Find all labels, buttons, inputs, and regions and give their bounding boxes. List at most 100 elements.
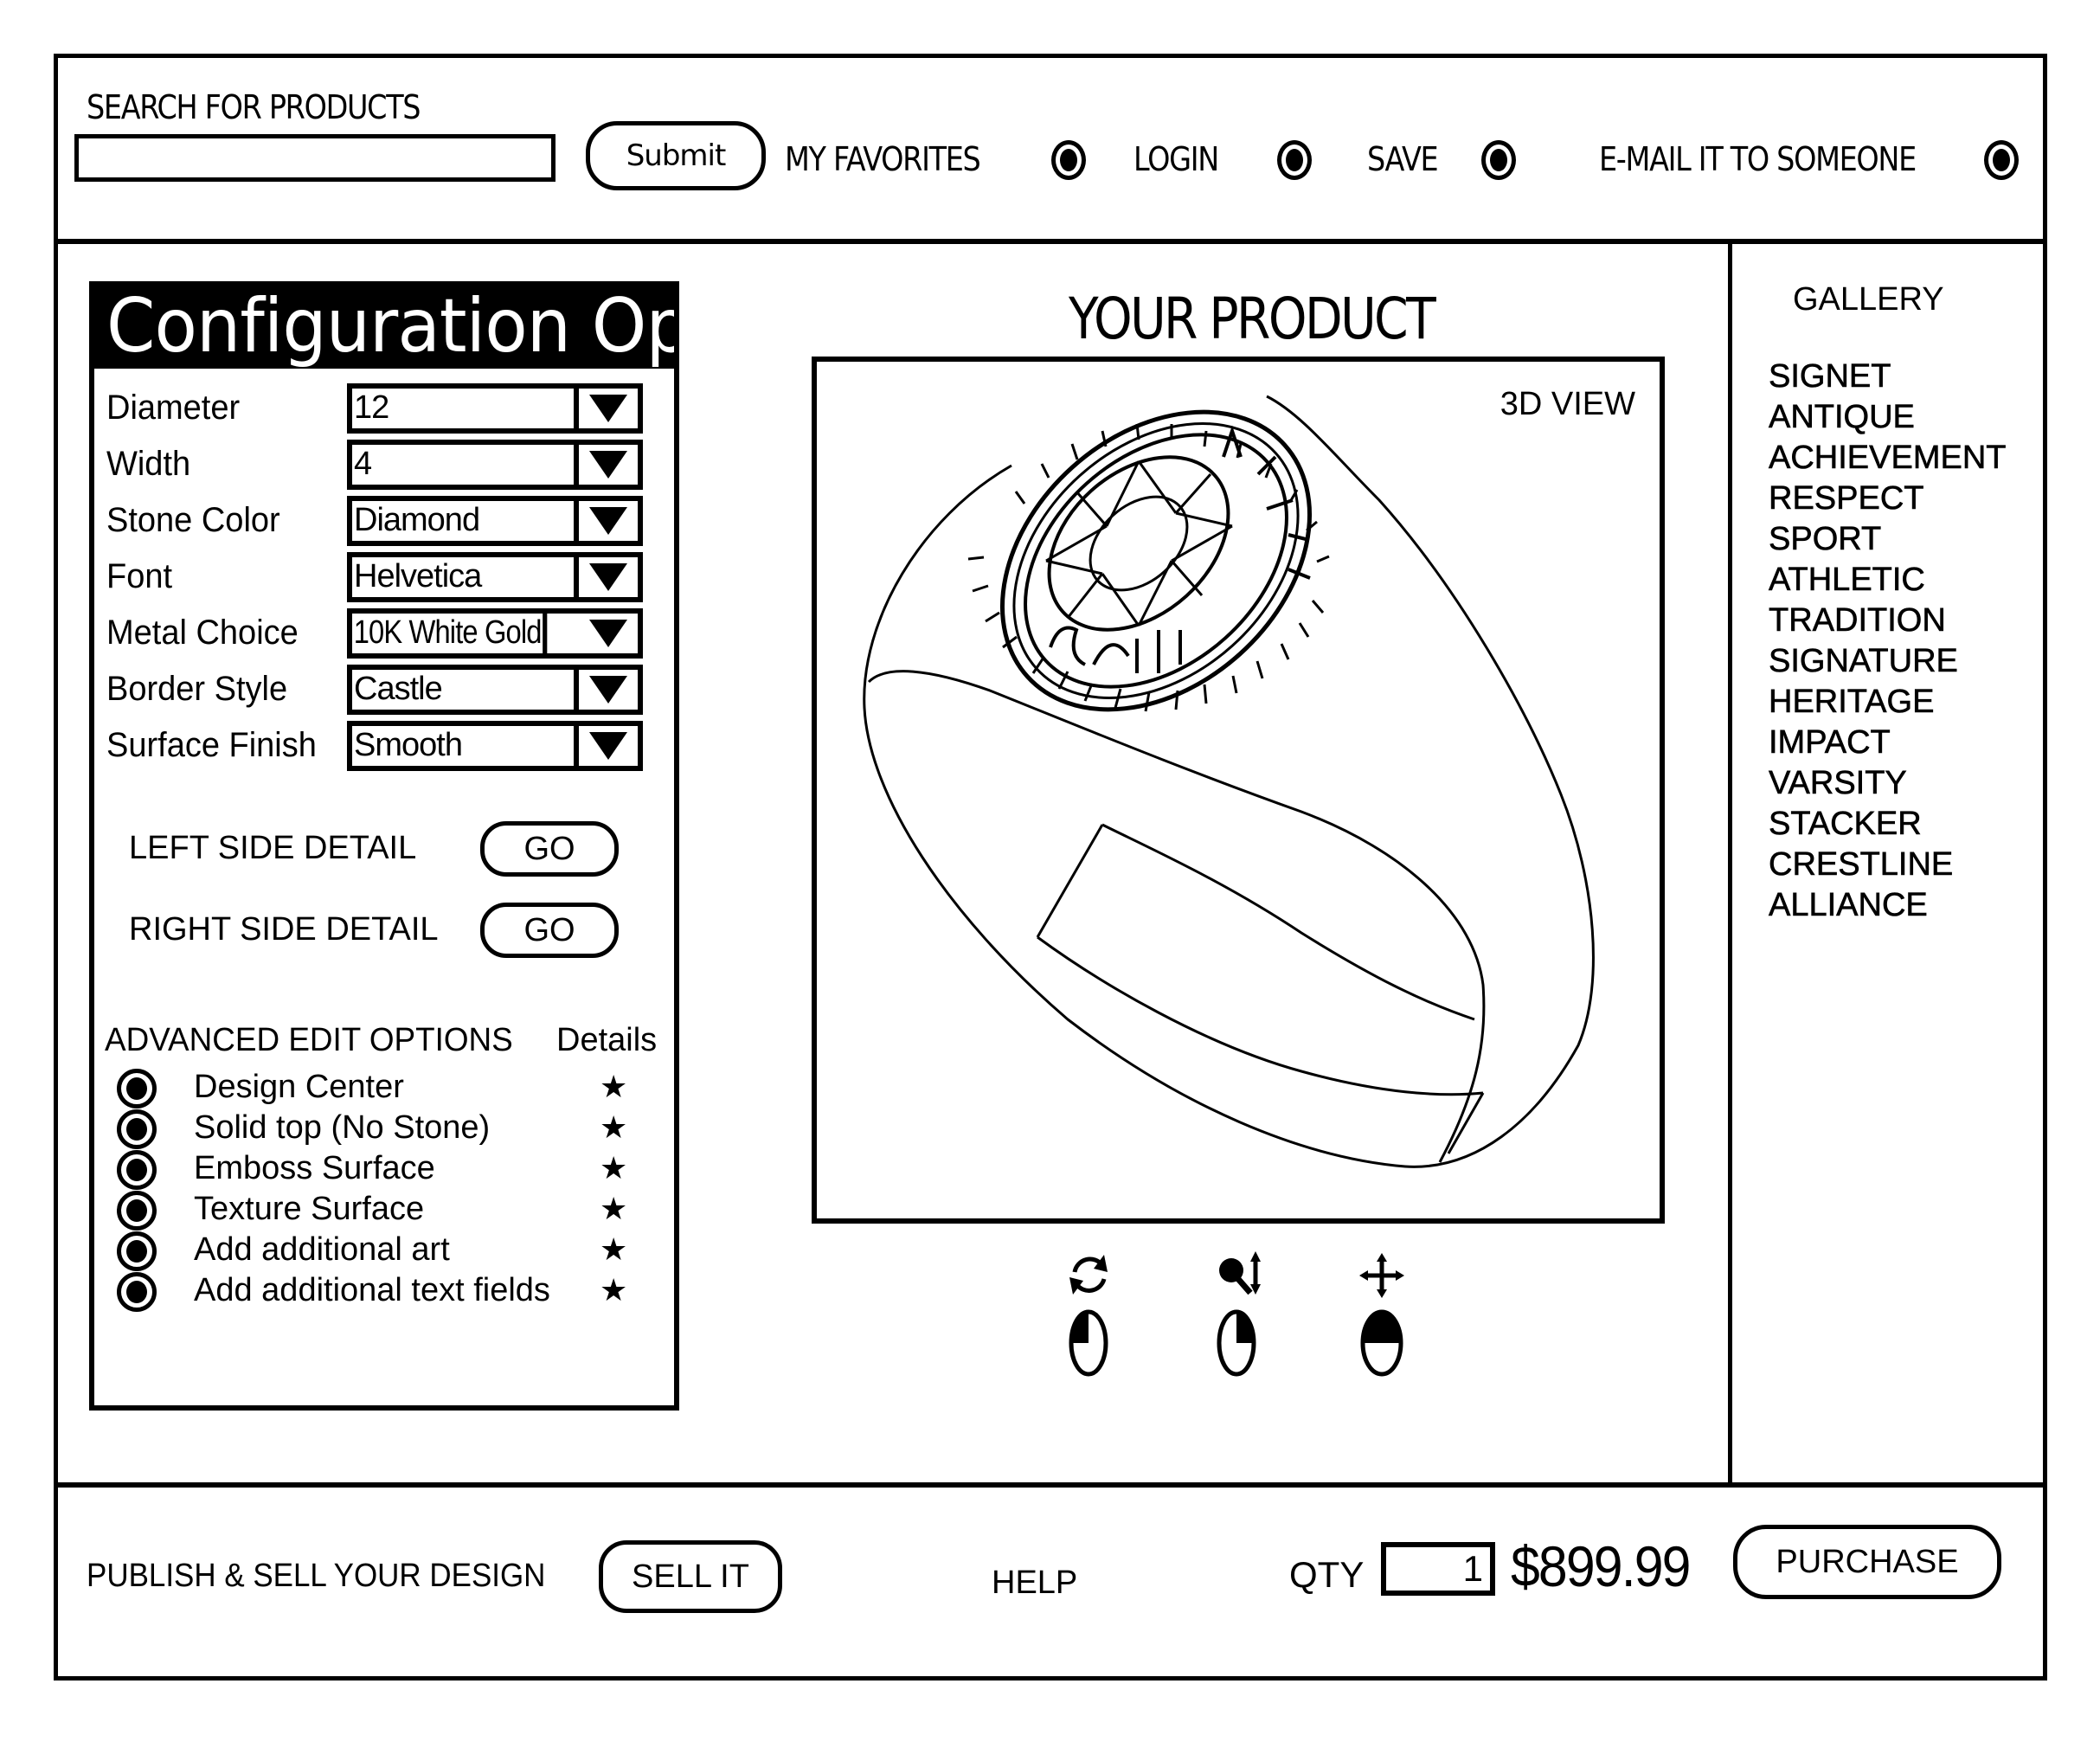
quantity-input[interactable] <box>1381 1542 1495 1596</box>
metal-choice-value: 10K White Gold <box>352 614 548 653</box>
chevron-down-icon[interactable] <box>579 670 638 710</box>
gallery-title: GALLERY <box>1793 281 1944 318</box>
zoom-icon[interactable] <box>1198 1246 1276 1385</box>
save-radio-icon[interactable] <box>1481 140 1516 180</box>
stone-color-value: Diamond <box>352 501 579 541</box>
gallery-item[interactable]: RESPECT <box>1769 479 2006 519</box>
radio-selected-icon[interactable] <box>117 1069 157 1109</box>
config-row-font: Font Helvetica <box>106 552 660 602</box>
stone-color-select[interactable]: Diamond <box>347 496 643 546</box>
gallery-item[interactable]: ATHLETIC <box>1769 560 2006 601</box>
login-radio-icon[interactable] <box>1277 140 1312 180</box>
pan-icon[interactable] <box>1344 1246 1422 1385</box>
star-icon[interactable]: ★ <box>600 1067 627 1107</box>
diameter-select[interactable]: 12 <box>347 383 643 434</box>
radio-selected-icon[interactable] <box>117 1109 157 1149</box>
zoom-control[interactable] <box>1198 1246 1276 1385</box>
advanced-option[interactable]: Emboss Surface ★ <box>117 1150 653 1190</box>
config-row-stone-color: Stone Color Diamond <box>106 496 660 546</box>
search-input[interactable] <box>74 134 556 182</box>
width-select[interactable]: 4 <box>347 440 643 490</box>
ring-model-icon[interactable] <box>817 362 1660 1218</box>
chevron-down-icon[interactable] <box>579 557 638 597</box>
gallery-item[interactable]: ANTIQUE <box>1769 397 2006 438</box>
my-favorites-radio-icon[interactable] <box>1051 140 1086 180</box>
rotate-icon[interactable] <box>1050 1246 1128 1385</box>
gallery-item[interactable]: IMPACT <box>1769 723 2006 763</box>
left-side-detail-go-button[interactable]: GO <box>480 821 619 877</box>
font-select[interactable]: Helvetica <box>347 552 643 602</box>
advanced-option-label: Design Center <box>194 1069 404 1105</box>
pan-control[interactable] <box>1344 1246 1422 1385</box>
diameter-value: 12 <box>352 389 579 428</box>
gallery-item[interactable]: TRADITION <box>1769 601 2006 641</box>
sell-it-button[interactable]: SELL IT <box>599 1540 782 1613</box>
right-side-detail-go-button[interactable]: GO <box>480 903 619 958</box>
price: $899.99 <box>1511 1534 1691 1598</box>
publish-label: PUBLISH & SELL YOUR DESIGN <box>87 1558 546 1594</box>
left-side-detail-label: LEFT SIDE DETAIL <box>129 830 417 866</box>
surface-finish-select[interactable]: Smooth <box>347 721 643 771</box>
help-link[interactable]: HELP <box>992 1565 1077 1602</box>
config-title-bar: Configuration Options <box>94 286 674 369</box>
border-style-select[interactable]: Castle <box>347 665 643 715</box>
advanced-option[interactable]: Add additional text fields ★ <box>117 1272 653 1312</box>
advanced-option[interactable]: Add additional art ★ <box>117 1231 653 1271</box>
radio-selected-icon[interactable] <box>117 1150 157 1190</box>
right-side-detail-label: RIGHT SIDE DETAIL <box>129 911 439 948</box>
go-button-label: GO <box>523 830 575 867</box>
chevron-down-icon[interactable] <box>579 501 638 541</box>
star-icon[interactable]: ★ <box>600 1230 627 1269</box>
gallery-item[interactable]: SPORT <box>1769 519 2006 560</box>
purchase-button[interactable]: PURCHASE <box>1733 1525 2001 1599</box>
save-link[interactable]: SAVE <box>1367 140 1439 178</box>
advanced-option[interactable]: Design Center ★ <box>117 1069 653 1109</box>
config-row-diameter: Diameter 12 <box>106 383 660 434</box>
metal-choice-label: Metal Choice <box>106 614 299 652</box>
rotate-control[interactable] <box>1050 1246 1128 1385</box>
chevron-down-icon[interactable] <box>579 389 638 428</box>
radio-selected-icon[interactable] <box>117 1231 157 1271</box>
width-value: 4 <box>352 445 579 485</box>
stone-color-label: Stone Color <box>106 501 280 539</box>
advanced-option-label: Add additional text fields <box>194 1272 550 1308</box>
surface-finish-value: Smooth <box>352 726 579 766</box>
font-label: Font <box>106 557 173 595</box>
my-favorites-link[interactable]: MY FAVORITES <box>785 140 981 178</box>
advanced-option[interactable]: Solid top (No Stone) ★ <box>117 1109 653 1149</box>
radio-selected-icon[interactable] <box>117 1191 157 1231</box>
chevron-down-icon[interactable] <box>579 614 638 653</box>
submit-button[interactable]: Submit <box>586 121 766 190</box>
gallery-item[interactable]: ALLIANCE <box>1769 885 2006 926</box>
metal-choice-select[interactable]: 10K White Gold <box>347 608 643 659</box>
config-row-border-style: Border Style Castle <box>106 665 660 715</box>
star-icon[interactable]: ★ <box>600 1108 627 1147</box>
star-icon[interactable]: ★ <box>600 1270 627 1310</box>
advanced-option-label: Emboss Surface <box>194 1150 435 1186</box>
star-icon[interactable]: ★ <box>600 1148 627 1188</box>
chevron-down-icon[interactable] <box>579 445 638 485</box>
gallery-item[interactable]: CRESTLINE <box>1769 845 2006 885</box>
surface-finish-label: Surface Finish <box>106 726 317 764</box>
footer-divider <box>54 1482 2047 1488</box>
gallery-item[interactable]: VARSITY <box>1769 763 2006 804</box>
email-radio-icon[interactable] <box>1984 140 2019 180</box>
diameter-label: Diameter <box>106 389 241 427</box>
login-link[interactable]: LOGIN <box>1133 140 1219 178</box>
star-icon[interactable]: ★ <box>600 1189 627 1229</box>
gallery-item[interactable]: SIGNATURE <box>1769 641 2006 682</box>
chevron-down-icon[interactable] <box>579 726 638 766</box>
gallery-item[interactable]: HERITAGE <box>1769 682 2006 723</box>
gallery-item[interactable]: SIGNET <box>1769 357 2006 397</box>
radio-selected-icon[interactable] <box>117 1272 157 1312</box>
purchase-label: PURCHASE <box>1776 1543 1959 1580</box>
email-link[interactable]: E-MAIL IT TO SOMEONE <box>1599 140 1917 178</box>
3d-viewer[interactable]: 3D VIEW <box>812 357 1665 1224</box>
search-label: SEARCH FOR PRODUCTS <box>87 88 421 126</box>
gallery-item[interactable]: ACHIEVEMENT <box>1769 438 2007 479</box>
advanced-option[interactable]: Texture Surface ★ <box>117 1191 653 1231</box>
advanced-edit-options-header: ADVANCED EDIT OPTIONS <box>105 1022 513 1058</box>
product-title: YOUR PRODUCT <box>1069 286 1436 352</box>
gallery-item[interactable]: STACKER <box>1769 804 2006 845</box>
config-row-surface-finish: Surface Finish Smooth <box>106 721 660 771</box>
